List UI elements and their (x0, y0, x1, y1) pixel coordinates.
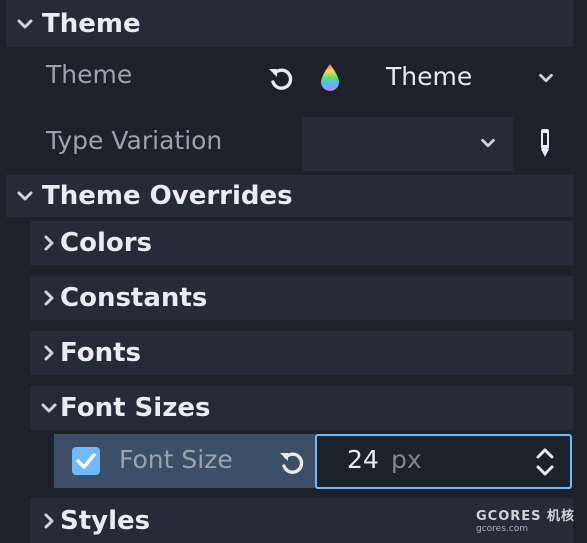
theme-property-row: Theme (30, 52, 573, 104)
group-colors-label: Colors (60, 228, 153, 258)
font-size-value: 24 (347, 445, 379, 474)
type-variation-dropdown[interactable] (302, 117, 513, 171)
revert-icon[interactable] (266, 63, 296, 93)
chevron-down-icon (17, 19, 33, 28)
font-size-label: Font Size (119, 445, 233, 474)
group-fonts-label: Fonts (60, 338, 141, 368)
theme-resource-value[interactable]: Theme (386, 62, 472, 91)
theme-overrides-title: Theme Overrides (42, 181, 293, 211)
theme-section-header[interactable]: Theme (6, 0, 573, 47)
watermark-brand: GCORES (476, 509, 542, 524)
revert-icon[interactable] (277, 447, 307, 477)
chevron-right-icon (44, 345, 54, 361)
font-size-checkbox[interactable] (72, 447, 100, 475)
group-fonts[interactable]: Fonts (30, 331, 573, 375)
font-size-spinbox[interactable]: 24 px (315, 434, 572, 489)
type-variation-chevron-icon (481, 138, 495, 148)
theme-overrides-section-header[interactable]: Theme Overrides (6, 175, 573, 217)
group-styles-label: Styles (60, 505, 151, 536)
group-constants[interactable]: Constants (30, 276, 573, 320)
theme-resource-icon (321, 64, 339, 91)
chevron-right-icon (44, 290, 54, 306)
group-font-sizes-label: Font Sizes (60, 393, 211, 423)
chevron-right-icon (44, 235, 54, 251)
watermark-domain: gcores.com (476, 524, 528, 534)
group-colors[interactable]: Colors (30, 221, 573, 265)
edit-pencil-icon[interactable] (538, 127, 552, 159)
group-font-sizes[interactable]: Font Sizes (30, 386, 573, 430)
checkmark-icon (76, 453, 96, 469)
font-size-unit: px (391, 445, 422, 474)
theme-section-title: Theme (42, 8, 141, 39)
type-variation-label: Type Variation (46, 126, 223, 155)
chevron-down-icon (41, 403, 57, 413)
chevron-right-icon (44, 513, 54, 528)
theme-property-label: Theme (46, 60, 133, 89)
theme-dropdown-chevron-icon[interactable] (536, 68, 556, 88)
watermark-chinese: 机核 (547, 509, 576, 524)
watermark: GCORES 机核 gcores.com (476, 510, 581, 542)
spin-arrows-icon[interactable] (533, 445, 557, 479)
chevron-down-icon (17, 191, 33, 201)
group-constants-label: Constants (60, 283, 208, 313)
